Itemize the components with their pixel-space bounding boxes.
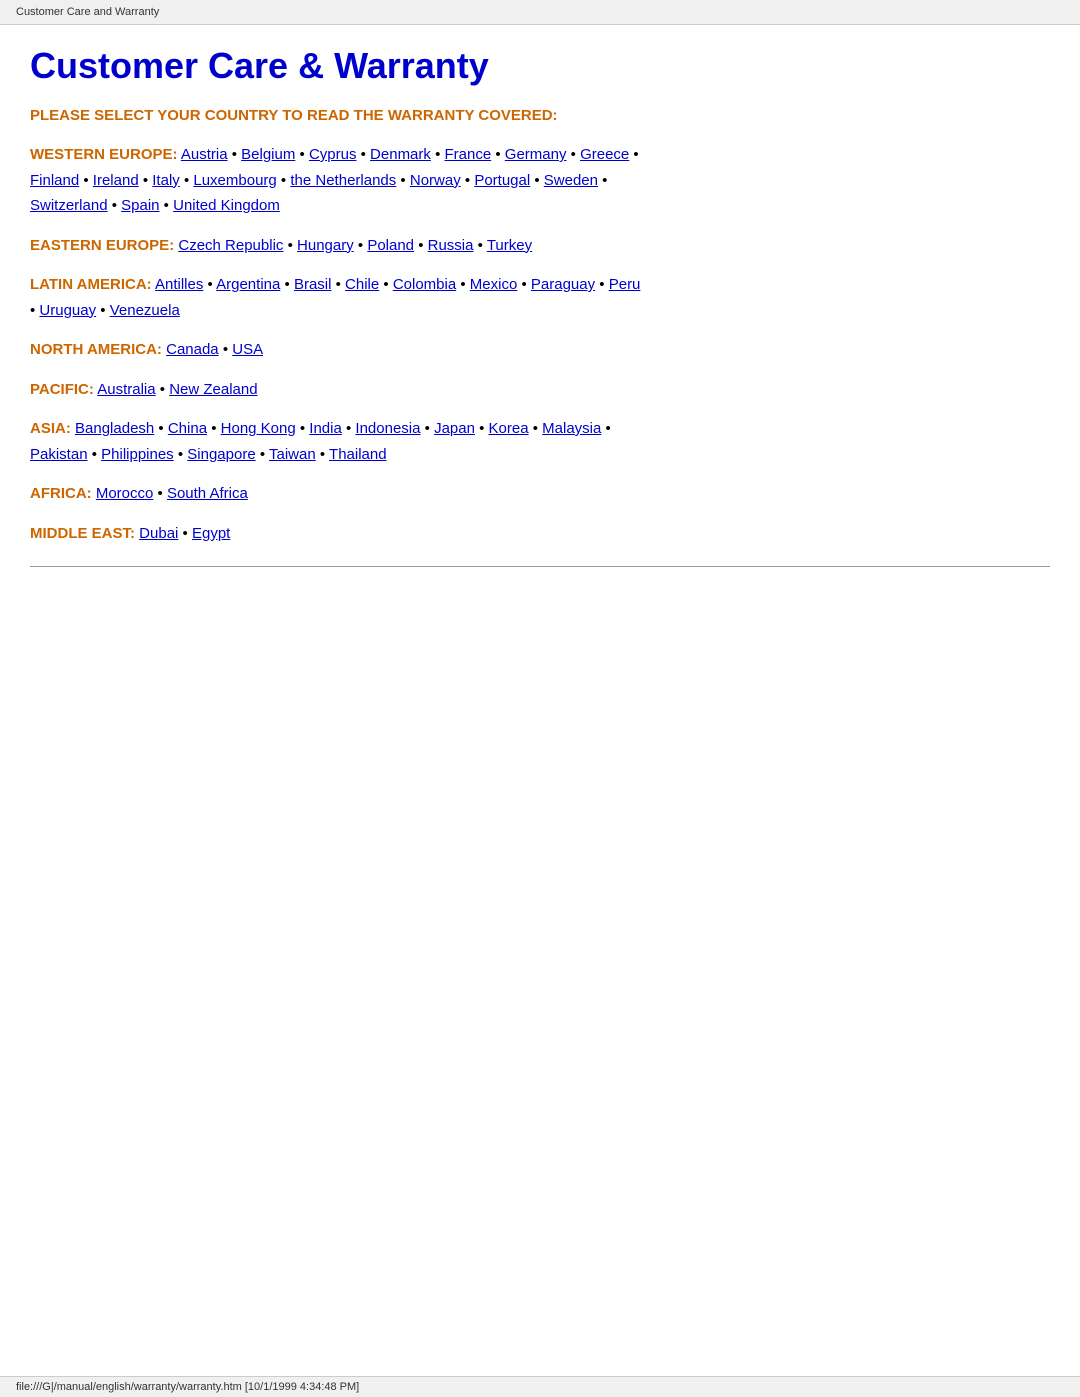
link-australia[interactable]: Australia xyxy=(97,381,155,398)
region-africa: AFRICA: Morocco • South Africa xyxy=(30,481,1050,507)
link-bangladesh[interactable]: Bangladesh xyxy=(75,420,154,437)
link-taiwan[interactable]: Taiwan xyxy=(269,446,316,463)
link-switzerland[interactable]: Switzerland xyxy=(30,197,108,214)
page-title: Customer Care & Warranty xyxy=(30,45,1050,87)
link-philippines[interactable]: Philippines xyxy=(101,446,174,463)
link-china[interactable]: China xyxy=(168,420,207,437)
link-uruguay[interactable]: Uruguay xyxy=(39,302,96,319)
western-europe-label: WESTERN EUROPE: xyxy=(30,146,178,163)
link-argentina[interactable]: Argentina xyxy=(216,276,280,293)
status-bar: file:///G|/manual/english/warranty/warra… xyxy=(0,1376,1080,1397)
link-south-africa[interactable]: South Africa xyxy=(167,485,248,502)
link-united-kingdom[interactable]: United Kingdom xyxy=(173,197,280,214)
eastern-europe-label: EASTERN EUROPE: xyxy=(30,237,174,254)
content-divider xyxy=(30,566,1050,567)
link-spain[interactable]: Spain xyxy=(121,197,159,214)
link-austria[interactable]: Austria xyxy=(181,146,228,163)
region-pacific: PACIFIC: Australia • New Zealand xyxy=(30,377,1050,403)
link-paraguay[interactable]: Paraguay xyxy=(531,276,595,293)
north-america-label: NORTH AMERICA: xyxy=(30,341,162,358)
region-north-america: NORTH AMERICA: Canada • USA xyxy=(30,337,1050,363)
link-canada[interactable]: Canada xyxy=(166,341,219,358)
main-content: Customer Care & Warranty PLEASE SELECT Y… xyxy=(0,25,1080,647)
link-peru[interactable]: Peru xyxy=(609,276,641,293)
link-turkey[interactable]: Turkey xyxy=(487,237,532,254)
latin-america-label: LATIN AMERICA: xyxy=(30,276,152,293)
region-western-europe: WESTERN EUROPE: Austria • Belgium • Cypr… xyxy=(30,142,1050,219)
link-colombia[interactable]: Colombia xyxy=(393,276,456,293)
link-venezuela[interactable]: Venezuela xyxy=(110,302,180,319)
middle-east-label: MIDDLE EAST: xyxy=(30,525,135,542)
link-poland[interactable]: Poland xyxy=(367,237,414,254)
link-thailand[interactable]: Thailand xyxy=(329,446,387,463)
link-france[interactable]: France xyxy=(445,146,492,163)
link-greece[interactable]: Greece xyxy=(580,146,629,163)
link-korea[interactable]: Korea xyxy=(489,420,529,437)
link-ireland[interactable]: Ireland xyxy=(93,172,139,189)
link-hong-kong[interactable]: Hong Kong xyxy=(221,420,296,437)
status-bar-text: file:///G|/manual/english/warranty/warra… xyxy=(16,1381,359,1393)
link-norway[interactable]: Norway xyxy=(410,172,461,189)
link-denmark[interactable]: Denmark xyxy=(370,146,431,163)
link-singapore[interactable]: Singapore xyxy=(187,446,255,463)
link-morocco[interactable]: Morocco xyxy=(96,485,154,502)
link-sweden[interactable]: Sweden xyxy=(544,172,598,189)
link-japan[interactable]: Japan xyxy=(434,420,475,437)
pacific-label: PACIFIC: xyxy=(30,381,94,398)
link-antilles[interactable]: Antilles xyxy=(155,276,203,293)
link-brasil[interactable]: Brasil xyxy=(294,276,332,293)
africa-label: AFRICA: xyxy=(30,485,92,502)
asia-label: ASIA: xyxy=(30,420,71,437)
tab-title: Customer Care and Warranty xyxy=(16,6,159,18)
link-russia[interactable]: Russia xyxy=(428,237,474,254)
region-eastern-europe: EASTERN EUROPE: Czech Republic • Hungary… xyxy=(30,233,1050,259)
region-middle-east: MIDDLE EAST: Dubai • Egypt xyxy=(30,521,1050,547)
link-italy[interactable]: Italy xyxy=(152,172,180,189)
browser-tab: Customer Care and Warranty xyxy=(0,0,1080,25)
link-hungary[interactable]: Hungary xyxy=(297,237,354,254)
link-portugal[interactable]: Portugal xyxy=(474,172,530,189)
link-indonesia[interactable]: Indonesia xyxy=(355,420,420,437)
link-new-zealand[interactable]: New Zealand xyxy=(169,381,257,398)
link-germany[interactable]: Germany xyxy=(505,146,567,163)
link-mexico[interactable]: Mexico xyxy=(470,276,518,293)
instruction-text: PLEASE SELECT YOUR COUNTRY TO READ THE W… xyxy=(30,107,1050,124)
link-finland[interactable]: Finland xyxy=(30,172,79,189)
link-pakistan[interactable]: Pakistan xyxy=(30,446,88,463)
link-india[interactable]: India xyxy=(309,420,342,437)
link-malaysia[interactable]: Malaysia xyxy=(542,420,601,437)
link-czech-republic[interactable]: Czech Republic xyxy=(178,237,283,254)
link-chile[interactable]: Chile xyxy=(345,276,379,293)
link-egypt[interactable]: Egypt xyxy=(192,525,230,542)
link-netherlands[interactable]: the Netherlands xyxy=(290,172,396,189)
link-dubai[interactable]: Dubai xyxy=(139,525,178,542)
link-usa[interactable]: USA xyxy=(232,341,263,358)
region-latin-america: LATIN AMERICA: Antilles • Argentina • Br… xyxy=(30,272,1050,323)
link-cyprus[interactable]: Cyprus xyxy=(309,146,357,163)
link-belgium[interactable]: Belgium xyxy=(241,146,295,163)
region-asia: ASIA: Bangladesh • China • Hong Kong • I… xyxy=(30,416,1050,467)
link-luxembourg[interactable]: Luxembourg xyxy=(193,172,276,189)
